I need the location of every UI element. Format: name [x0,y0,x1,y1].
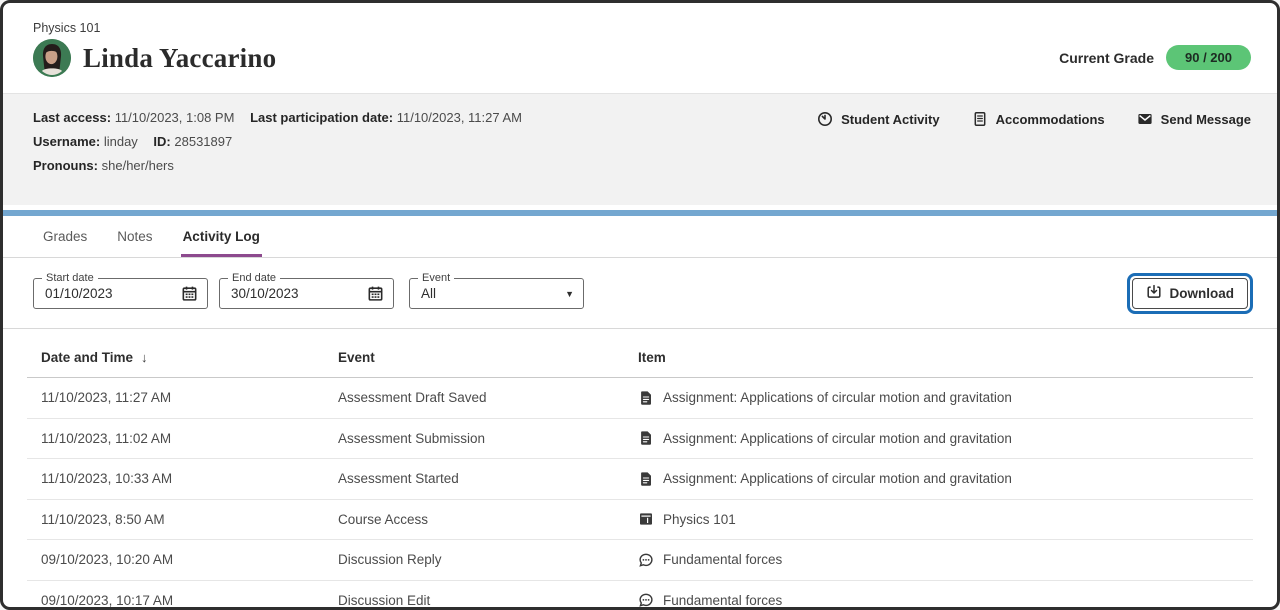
column-header-item: Item [638,350,1253,365]
table-header-row: Date and Time ↓ Event Item [27,329,1253,378]
table-row: 09/10/2023, 10:17 AM Discussion Edit Fun… [27,581,1253,610]
table-row: 09/10/2023, 10:20 AM Discussion Reply Fu… [27,540,1253,581]
document-list-icon [972,111,988,127]
event-select-value[interactable] [421,286,565,301]
assignment-icon [638,471,654,487]
profile-actions: Student Activity Accommodations Send Mes… [817,111,1251,127]
activity-filter-bar: Start date End date Event ▼ Download [3,258,1277,329]
download-highlight-ring: Download [1127,273,1254,314]
profile-tabs: Grades Notes Activity Log [3,216,1277,258]
event-label: Event [418,272,454,284]
username-value: linday [104,134,138,149]
table-row: 11/10/2023, 8:50 AM Course Access Physic… [27,500,1253,541]
activity-log-table: Date and Time ↓ Event Item 11/10/2023, 1… [27,329,1253,610]
student-name: Linda Yaccarino [83,43,276,74]
row-datetime: 11/10/2023, 11:02 AM [41,431,338,446]
row-item: Assignment: Applications of circular mot… [663,471,1012,486]
start-date-label: Start date [42,272,98,284]
row-item: Physics 101 [663,512,736,527]
student-profile-window: Physics 101 Linda Yaccarino Current Grad… [0,0,1280,610]
last-participation-label: Last participation date: [250,110,393,125]
date-time-header-label: Date and Time [41,350,133,365]
row-datetime: 11/10/2023, 8:50 AM [41,512,338,527]
start-date-field[interactable]: Start date [33,278,208,309]
event-select[interactable]: Event ▼ [409,278,584,309]
current-grade-label: Current Grade [1059,50,1154,66]
student-activity-button[interactable]: Student Activity [817,111,939,127]
discussion-icon [638,552,654,568]
accommodations-label: Accommodations [996,112,1105,127]
send-message-button[interactable]: Send Message [1137,111,1251,127]
accommodations-button[interactable]: Accommodations [972,111,1105,127]
download-button[interactable]: Download [1132,278,1249,309]
avatar-photo [33,39,71,77]
dropdown-caret-icon[interactable]: ▼ [565,289,574,299]
grade-badge[interactable]: 90 / 200 [1166,45,1251,70]
row-item-cell: Assignment: Applications of circular mot… [638,390,1253,406]
row-item: Assignment: Applications of circular mot… [663,390,1012,405]
row-datetime: 11/10/2023, 11:27 AM [41,390,338,405]
sort-descending-icon[interactable]: ↓ [141,350,148,365]
course-label: Physics 101 [33,21,276,35]
row-event: Assessment Started [338,471,638,486]
student-activity-label: Student Activity [841,112,939,127]
username-label: Username: [33,134,100,149]
column-header-date-time[interactable]: Date and Time ↓ [41,350,338,365]
row-item: Assignment: Applications of circular mot… [663,431,1012,446]
table-row: 11/10/2023, 11:27 AM Assessment Draft Sa… [27,378,1253,419]
download-icon [1146,284,1162,303]
column-header-event: Event [338,350,638,365]
send-message-label: Send Message [1161,112,1251,127]
last-participation-value: 11/10/2023, 11:27 AM [397,110,522,125]
row-item-cell: Assignment: Applications of circular mot… [638,430,1253,446]
row-datetime: 09/10/2023, 10:20 AM [41,552,338,567]
envelope-icon [1137,111,1153,127]
row-event: Assessment Submission [338,431,638,446]
assignment-icon [638,430,654,446]
download-label: Download [1170,286,1235,301]
calendar-icon[interactable] [181,285,198,302]
pronouns-label: Pronouns: [33,158,98,173]
row-item-cell: Fundamental forces [638,552,1253,568]
grade-summary: Current Grade 90 / 200 [1059,45,1251,70]
course-icon [638,511,654,527]
id-value: 28531897 [174,134,232,149]
activity-table-body: 11/10/2023, 11:27 AM Assessment Draft Sa… [27,378,1253,610]
row-datetime: 11/10/2023, 10:33 AM [41,471,338,486]
row-item-cell: Assignment: Applications of circular mot… [638,471,1253,487]
row-item-cell: Fundamental forces [638,592,1253,608]
discussion-icon [638,592,654,608]
end-date-input[interactable] [231,286,367,301]
row-item: Fundamental forces [663,552,782,567]
pronouns-value: she/her/hers [102,158,174,173]
calendar-icon[interactable] [367,285,384,302]
table-row: 11/10/2023, 10:33 AM Assessment Started … [27,459,1253,500]
row-item-cell: Physics 101 [638,511,1253,527]
last-access-label: Last access: [33,110,111,125]
student-info-bar: Last access: 11/10/2023, 1:08 PM Last pa… [3,93,1277,205]
row-item: Fundamental forces [663,593,782,608]
tab-notes[interactable]: Notes [115,216,154,257]
end-date-field[interactable]: End date [219,278,394,309]
profile-header: Physics 101 Linda Yaccarino Current Grad… [3,3,1277,93]
start-date-input[interactable] [45,286,181,301]
id-label: ID: [153,134,170,149]
row-datetime: 09/10/2023, 10:17 AM [41,593,338,608]
avatar [33,39,71,77]
tab-activity-log[interactable]: Activity Log [181,216,262,257]
table-row: 11/10/2023, 11:02 AM Assessment Submissi… [27,419,1253,460]
assignment-icon [638,390,654,406]
profile-identity: Physics 101 Linda Yaccarino [33,21,276,77]
end-date-label: End date [228,272,280,284]
last-access-value: 11/10/2023, 1:08 PM [115,110,235,125]
student-metadata: Last access: 11/10/2023, 1:08 PM Last pa… [33,110,522,173]
tab-grades[interactable]: Grades [41,216,89,257]
row-event: Course Access [338,512,638,527]
row-event: Discussion Edit [338,593,638,608]
clock-icon [817,111,833,127]
row-event: Discussion Reply [338,552,638,567]
row-event: Assessment Draft Saved [338,390,638,405]
